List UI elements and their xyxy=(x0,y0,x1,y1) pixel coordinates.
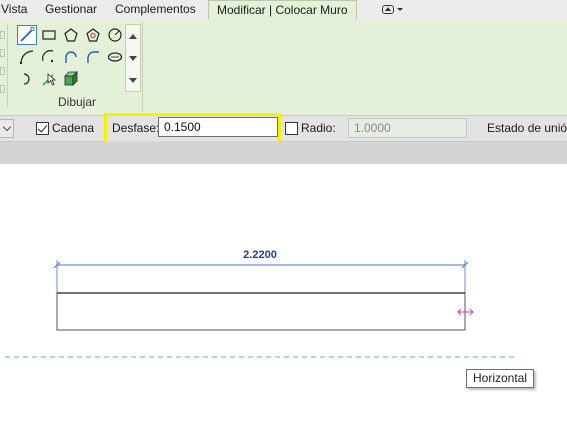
tab-gestionar[interactable]: Gestionar xyxy=(45,0,97,19)
ellipse-tool[interactable] xyxy=(105,47,125,67)
drawing-canvas[interactable]: 2.2200 Horizontal xyxy=(0,164,567,439)
triangle-up-icon xyxy=(129,33,137,39)
triangle-down-icon xyxy=(129,55,137,61)
center-ends-arc-tool[interactable] xyxy=(39,47,59,67)
line-icon xyxy=(20,27,35,42)
pick-faces-tool[interactable] xyxy=(61,69,81,89)
radius-input: 1.0000 xyxy=(348,118,467,138)
previous-panel-edge xyxy=(0,23,8,107)
wall-preview xyxy=(56,292,466,331)
chain-checkbox[interactable] xyxy=(36,122,49,135)
expand-gallery-icon xyxy=(129,77,137,83)
join-status-label: Estado de unión xyxy=(487,121,567,135)
line-tool[interactable] xyxy=(17,25,37,45)
tab-complementos[interactable]: Complementos xyxy=(115,0,196,19)
options-dropdown[interactable] xyxy=(0,119,14,138)
minimize-ribbon-icon xyxy=(381,5,394,14)
rectangle-tool[interactable] xyxy=(39,25,59,45)
gallery-scroll-up[interactable] xyxy=(126,25,140,47)
circumscribed-polygon-icon xyxy=(86,28,100,42)
tangent-end-arc-icon xyxy=(65,51,77,63)
fillet-arc-icon xyxy=(87,51,99,63)
start-end-arc-tool[interactable] xyxy=(17,47,37,67)
gallery-scroll-down[interactable] xyxy=(126,47,140,69)
chevron-down-icon xyxy=(396,8,403,11)
draw-panel-title: Dibujar xyxy=(57,95,96,109)
ellipse-icon xyxy=(107,52,123,62)
canvas-graphics xyxy=(5,260,518,358)
fillet-arc-tool[interactable] xyxy=(83,47,103,67)
radius-label: Radio: xyxy=(301,121,336,135)
circumscribed-polygon-tool[interactable] xyxy=(83,25,103,45)
options-bar: Cadena Desfase: 0.1500 Radio: 1.0000 Est… xyxy=(0,116,567,142)
inscribed-polygon-tool[interactable] xyxy=(61,25,81,45)
inscribed-polygon-icon xyxy=(64,28,78,42)
dimension-value[interactable]: 2.2200 xyxy=(230,249,290,261)
tangent-end-arc-tool[interactable] xyxy=(61,47,81,67)
tab-vista[interactable]: Vista xyxy=(1,0,27,19)
panel-divider xyxy=(142,22,143,112)
start-end-arc-icon xyxy=(19,50,34,65)
pick-faces-icon xyxy=(64,71,78,86)
partial-ellipse-icon xyxy=(23,73,30,85)
center-ends-arc-icon xyxy=(42,50,54,63)
draw-gallery-scroll[interactable] xyxy=(125,24,141,92)
rectangle-icon xyxy=(42,30,56,40)
tab-modificar-colocar-muro[interactable]: Modificar | Colocar Muro xyxy=(208,0,357,20)
gallery-expand[interactable] xyxy=(126,69,140,91)
view-tab-strip xyxy=(0,142,567,164)
ribbon-panel: Dibujar xyxy=(0,19,567,116)
ribbon-minimize-dropdown[interactable] xyxy=(377,2,407,17)
circle-tool[interactable] xyxy=(105,25,125,45)
ribbon-tab-bar: Vista Gestionar Complementos Modificar |… xyxy=(0,0,567,20)
snap-tooltip: Horizontal xyxy=(466,369,535,388)
offset-highlight xyxy=(104,113,281,144)
pick-lines-icon xyxy=(42,73,57,86)
radius-checkbox[interactable] xyxy=(285,122,298,135)
circle-icon xyxy=(108,28,122,42)
chain-label: Cadena xyxy=(52,121,95,135)
chevron-down-icon xyxy=(2,122,11,132)
pick-lines-tool[interactable] xyxy=(39,69,59,89)
partial-ellipse-tool[interactable] xyxy=(17,69,37,89)
